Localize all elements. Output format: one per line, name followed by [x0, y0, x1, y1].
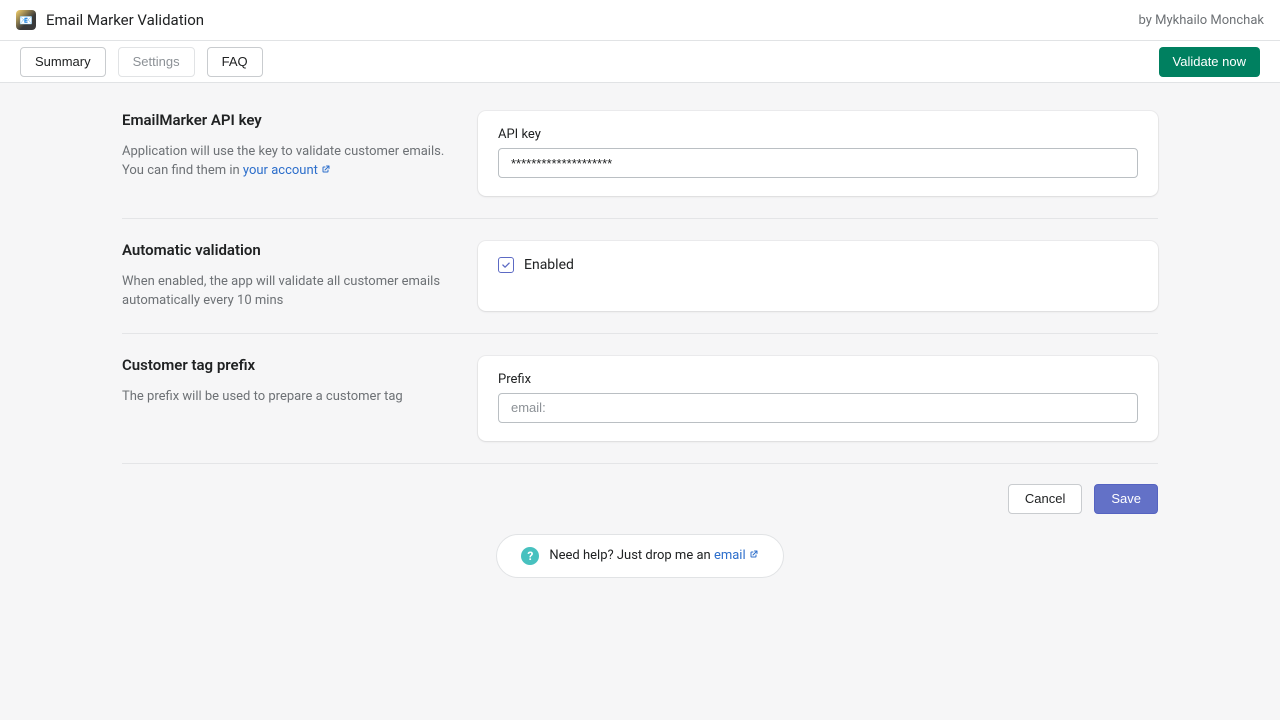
api-key-desc: Application will use the key to validate…	[122, 143, 454, 181]
byline: by Mykhailo Monchak	[1139, 13, 1264, 28]
email-link[interactable]: email	[714, 548, 759, 563]
prefix-field-label: Prefix	[498, 372, 1138, 387]
external-link-icon	[749, 548, 759, 558]
cancel-button[interactable]: Cancel	[1008, 484, 1082, 514]
your-account-link[interactable]: your account	[243, 163, 331, 178]
tabbar: Summary Settings FAQ Validate now	[0, 41, 1280, 83]
tab-settings[interactable]: Settings	[118, 47, 195, 77]
tab-summary[interactable]: Summary	[20, 47, 106, 77]
auto-desc: When enabled, the app will validate all …	[122, 273, 454, 311]
checkmark-icon	[501, 260, 511, 270]
external-link-icon	[321, 162, 331, 172]
api-key-card: API key	[478, 111, 1158, 196]
auto-card: Enabled	[478, 241, 1158, 311]
api-key-field-label: API key	[498, 127, 1138, 142]
section-auto-validation: Automatic validation When enabled, the a…	[122, 219, 1158, 334]
help-text: Need help? Just drop me an	[549, 548, 714, 563]
prefix-title: Customer tag prefix	[122, 356, 454, 374]
api-key-title: EmailMarker API key	[122, 111, 454, 129]
prefix-card: Prefix	[478, 356, 1158, 441]
save-button[interactable]: Save	[1094, 484, 1158, 514]
section-api-key: EmailMarker API key Application will use…	[122, 91, 1158, 219]
enabled-checkbox-label: Enabled	[524, 257, 574, 273]
app-title: Email Marker Validation	[46, 11, 204, 29]
help-icon: ?	[521, 547, 539, 565]
prefix-input[interactable]	[498, 393, 1138, 423]
section-prefix: Customer tag prefix The prefix will be u…	[122, 334, 1158, 464]
prefix-desc: The prefix will be used to prepare a cus…	[122, 388, 454, 407]
help-pill: ? Need help? Just drop me an email	[496, 534, 783, 578]
enabled-checkbox[interactable]	[498, 257, 514, 273]
validate-now-button[interactable]: Validate now	[1159, 47, 1260, 77]
app-logo: 📧	[16, 10, 36, 30]
tab-faq[interactable]: FAQ	[207, 47, 263, 77]
form-actions: Cancel Save	[122, 464, 1158, 514]
api-key-input[interactable]	[498, 148, 1138, 178]
topbar: 📧 Email Marker Validation by Mykhailo Mo…	[0, 0, 1280, 41]
auto-title: Automatic validation	[122, 241, 454, 259]
